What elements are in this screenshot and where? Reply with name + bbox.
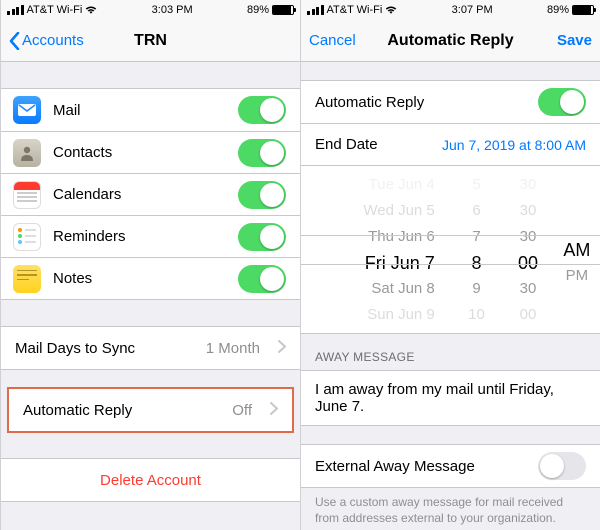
away-message-header: AWAY MESSAGE bbox=[301, 334, 600, 370]
external-group: External Away Message bbox=[301, 444, 600, 488]
autoreply-label: Automatic Reply bbox=[23, 402, 220, 419]
toggle-label: Automatic Reply bbox=[315, 94, 526, 111]
cancel-button[interactable]: Cancel bbox=[309, 32, 356, 49]
calendars-label: Calendars bbox=[53, 186, 226, 203]
autoreply-value: Off bbox=[232, 402, 252, 419]
picker-ampm-col[interactable]: AM PM bbox=[554, 166, 600, 333]
reminders-icon bbox=[13, 223, 41, 251]
services-group: Mail Contacts Calendars Reminders bbox=[1, 88, 300, 300]
mail-row[interactable]: Mail bbox=[1, 89, 300, 131]
automatic-reply-row[interactable]: Automatic Reply Off bbox=[9, 389, 292, 431]
external-away-row[interactable]: External Away Message bbox=[301, 445, 600, 487]
reply-toggle-group: Automatic Reply End Date Jun 7, 2019 at … bbox=[301, 80, 600, 166]
battery-icon bbox=[572, 5, 594, 15]
screen-account-settings: AT&T Wi-Fi 3:03 PM 89% Accounts TRN Mail bbox=[0, 0, 300, 530]
status-bar: AT&T Wi-Fi 3:07 PM 89% bbox=[301, 0, 600, 20]
external-footer: Use a custom away message for mail recei… bbox=[301, 488, 600, 530]
delete-label: Delete Account bbox=[100, 472, 201, 489]
battery-icon bbox=[272, 5, 294, 15]
status-right: 89% bbox=[247, 4, 294, 16]
sync-label: Mail Days to Sync bbox=[15, 340, 194, 357]
external-label: External Away Message bbox=[315, 458, 526, 475]
calendar-icon bbox=[13, 181, 41, 209]
reminders-row[interactable]: Reminders bbox=[1, 215, 300, 257]
sync-value: 1 Month bbox=[206, 340, 260, 357]
picker-hour-col[interactable]: 5 6 7 8 9 10 11 bbox=[451, 166, 502, 333]
automatic-reply-toggle-row[interactable]: Automatic Reply bbox=[301, 81, 600, 123]
wifi-icon bbox=[85, 5, 97, 15]
contacts-label: Contacts bbox=[53, 144, 226, 161]
reminders-label: Reminders bbox=[53, 228, 226, 245]
calendars-toggle[interactable] bbox=[238, 181, 286, 209]
chevron-left-icon bbox=[9, 32, 20, 50]
delete-account-button[interactable]: Delete Account bbox=[1, 459, 300, 501]
external-away-toggle[interactable] bbox=[538, 452, 586, 480]
nav-bar: Accounts TRN bbox=[1, 20, 300, 62]
carrier-label: AT&T Wi-Fi bbox=[27, 4, 83, 16]
delete-group: Delete Account bbox=[1, 458, 300, 502]
status-right: 89% bbox=[547, 4, 594, 16]
automatic-reply-highlight: Automatic Reply Off bbox=[7, 387, 294, 433]
save-label: Save bbox=[557, 32, 592, 49]
automatic-reply-toggle[interactable] bbox=[538, 88, 586, 116]
end-date-label: End Date bbox=[315, 136, 430, 153]
back-button[interactable]: Accounts bbox=[9, 32, 84, 50]
status-time: 3:07 PM bbox=[452, 4, 493, 16]
end-date-value: Jun 7, 2019 at 8:00 AM bbox=[442, 137, 586, 153]
status-left: AT&T Wi-Fi bbox=[7, 4, 97, 16]
end-date-row[interactable]: End Date Jun 7, 2019 at 8:00 AM bbox=[301, 123, 600, 165]
reminders-toggle[interactable] bbox=[238, 223, 286, 251]
status-time: 3:03 PM bbox=[152, 4, 193, 16]
notes-toggle[interactable] bbox=[238, 265, 286, 293]
nav-bar: Cancel Automatic Reply Save bbox=[301, 20, 600, 62]
notes-row[interactable]: Notes bbox=[1, 257, 300, 299]
save-button[interactable]: Save bbox=[557, 32, 592, 49]
mail-icon bbox=[13, 96, 41, 124]
status-bar: AT&T Wi-Fi 3:03 PM 89% bbox=[1, 0, 300, 20]
status-left: AT&T Wi-Fi bbox=[307, 4, 397, 16]
wifi-icon bbox=[385, 5, 397, 15]
battery-label: 89% bbox=[247, 4, 269, 16]
picker-date-col[interactable]: Tue Jun 4 Wed Jun 5 Thu Jun 6 Fri Jun 7 … bbox=[301, 166, 451, 333]
calendars-row[interactable]: Calendars bbox=[1, 173, 300, 215]
chevron-right-icon bbox=[270, 402, 278, 419]
contacts-toggle[interactable] bbox=[238, 139, 286, 167]
contacts-icon bbox=[13, 139, 41, 167]
picker-min-col[interactable]: 30 30 30 00 30 00 30 bbox=[502, 166, 553, 333]
date-picker[interactable]: Tue Jun 4 Wed Jun 5 Thu Jun 6 Fri Jun 7 … bbox=[301, 166, 600, 334]
away-message-field[interactable]: I am away from my mail until Friday, Jun… bbox=[301, 371, 600, 425]
notes-label: Notes bbox=[53, 270, 226, 287]
signal-icon bbox=[307, 5, 324, 15]
mail-days-sync-row[interactable]: Mail Days to Sync 1 Month bbox=[1, 327, 300, 369]
mail-label: Mail bbox=[53, 102, 226, 119]
screen-automatic-reply: AT&T Wi-Fi 3:07 PM 89% Cancel Automatic … bbox=[300, 0, 600, 530]
contacts-row[interactable]: Contacts bbox=[1, 131, 300, 173]
signal-icon bbox=[7, 5, 24, 15]
notes-icon bbox=[13, 265, 41, 293]
chevron-right-icon bbox=[278, 340, 286, 357]
battery-label: 89% bbox=[547, 4, 569, 16]
back-label: Accounts bbox=[22, 32, 84, 49]
carrier-label: AT&T Wi-Fi bbox=[327, 4, 383, 16]
sync-group: Mail Days to Sync 1 Month bbox=[1, 326, 300, 370]
away-message-group: I am away from my mail until Friday, Jun… bbox=[301, 370, 600, 426]
cancel-label: Cancel bbox=[309, 32, 356, 49]
mail-toggle[interactable] bbox=[238, 96, 286, 124]
